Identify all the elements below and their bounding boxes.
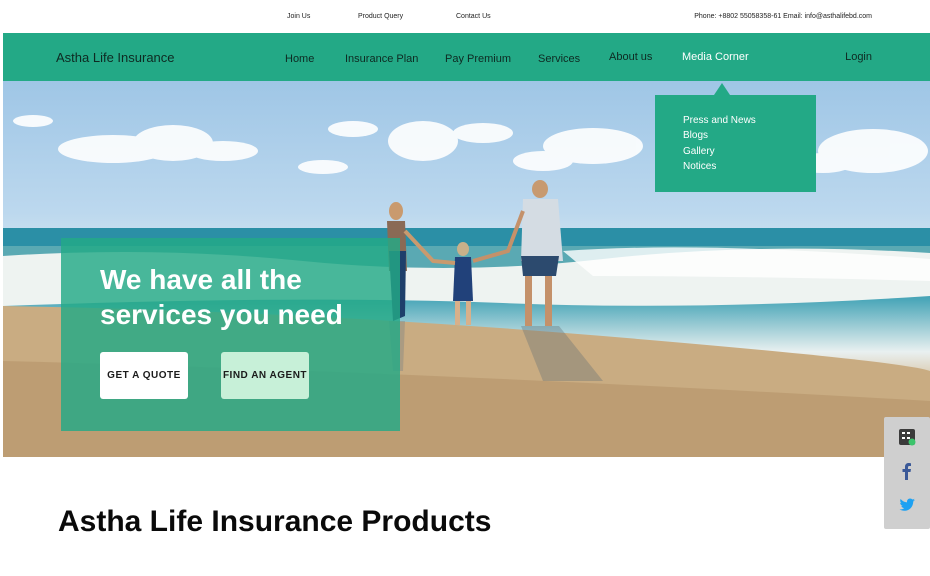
page-frame: Join Us Product Query Contact Us Phone: … (3, 3, 930, 576)
dropdown-arrow (714, 83, 730, 95)
dropdown-item-notices[interactable]: Notices (683, 161, 716, 172)
media-corner-dropdown: Press and News Blogs Gallery Notices (655, 83, 816, 192)
get-a-quote-button[interactable]: GET A QUOTE (100, 352, 188, 399)
login-link[interactable]: Login (845, 51, 872, 63)
find-an-agent-button[interactable]: FIND AN AGENT (221, 352, 309, 399)
nav-services[interactable]: Services (538, 53, 580, 65)
products-section-title: Astha Life Insurance Products (58, 505, 492, 538)
contact-info: Phone: +8802 55058358-61 Email: info@ast… (694, 13, 872, 20)
nav-about-us[interactable]: About us (609, 51, 652, 63)
product-query-link[interactable]: Product Query (358, 13, 403, 20)
hero-card: We have all the services you need GET A … (61, 238, 400, 431)
twitter-icon[interactable] (898, 496, 916, 514)
nav-home[interactable]: Home (285, 53, 314, 65)
top-utility-bar: Join Us Product Query Contact Us Phone: … (3, 3, 930, 33)
social-sidebar (884, 417, 930, 529)
join-us-link[interactable]: Join Us (287, 13, 310, 20)
hero-title: We have all the services you need (100, 264, 343, 330)
nav-media-corner[interactable]: Media Corner (682, 51, 749, 63)
nav-pay-premium[interactable]: Pay Premium (445, 53, 511, 65)
facebook-icon[interactable] (898, 462, 916, 480)
dropdown-item-gallery[interactable]: Gallery (683, 146, 715, 157)
brand-logo-text[interactable]: Astha Life Insurance (56, 50, 175, 65)
dropdown-item-blogs[interactable]: Blogs (683, 130, 708, 141)
nav-insurance-plan[interactable]: Insurance Plan (345, 53, 418, 65)
contact-us-link[interactable]: Contact Us (456, 13, 491, 20)
main-navbar: Astha Life Insurance Home Insurance Plan… (3, 33, 930, 81)
calculator-icon[interactable] (898, 428, 916, 446)
dropdown-item-press-news[interactable]: Press and News (683, 115, 756, 126)
